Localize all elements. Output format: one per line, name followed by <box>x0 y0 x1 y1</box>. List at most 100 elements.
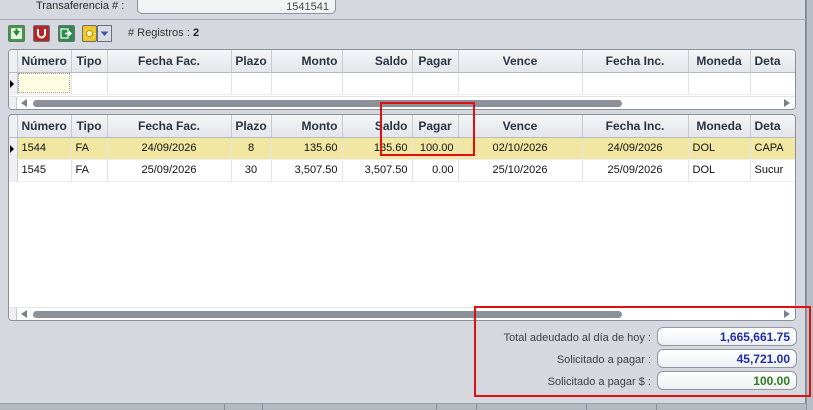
toolbar-dropdown-button[interactable] <box>97 25 112 42</box>
new-row-cell[interactable] <box>71 72 108 95</box>
new-row-cell[interactable] <box>17 72 72 95</box>
new-row[interactable] <box>9 72 795 95</box>
column-header-plazo[interactable]: Plazo <box>231 115 272 138</box>
magnet-undo-icon <box>37 29 46 39</box>
new-row-cell[interactable] <box>107 72 232 95</box>
solicitado-usd-label: Solicitado a pagar $ : <box>547 376 651 388</box>
highlight-button[interactable] <box>82 25 97 42</box>
column-header-numero[interactable]: Número <box>17 115 72 138</box>
current-row-arrow-icon <box>10 144 14 153</box>
scrollbar-corner <box>9 308 17 320</box>
entry-grid: Número Tipo Fecha Fac. Plazo Monto Saldo… <box>8 49 796 110</box>
cell-monto[interactable]: 135.60 <box>271 137 343 160</box>
header-divider <box>0 19 806 20</box>
cell-pagar[interactable]: 100.00 <box>412 137 459 160</box>
new-row-cell[interactable] <box>412 72 459 95</box>
solicitado-usd-value: 100.00 <box>657 371 797 390</box>
column-header-fecha-inc[interactable]: Fecha Inc. <box>582 115 689 138</box>
cell-tipo[interactable]: FA <box>71 159 108 182</box>
scrollbar-thumb[interactable] <box>33 100 622 107</box>
column-header-fecha-inc[interactable]: Fecha Inc. <box>582 50 689 73</box>
cell-monto[interactable]: 3,507.50 <box>271 159 343 182</box>
scrollbar-thumb[interactable] <box>33 311 622 318</box>
status-divider <box>656 404 657 410</box>
column-header-tipo[interactable]: Tipo <box>71 115 108 138</box>
payment-window: Transaferencia # : 1541541 # Registros :… <box>0 0 806 404</box>
column-header-fecha-fac[interactable]: Fecha Fac. <box>107 115 232 138</box>
column-header-vence[interactable]: Vence <box>458 50 583 73</box>
column-header-moneda[interactable]: Moneda <box>688 115 751 138</box>
table-row[interactable]: 1544 FA 24/09/2026 8 135.60 135.60 100.0… <box>9 137 795 160</box>
status-divider <box>436 404 437 410</box>
scroll-right-icon[interactable] <box>784 99 790 107</box>
entry-grid-header: Número Tipo Fecha Fac. Plazo Monto Saldo… <box>9 50 795 73</box>
cell-fecha-fac[interactable]: 24/09/2026 <box>107 137 232 160</box>
column-header-plazo[interactable]: Plazo <box>231 50 272 73</box>
cell-numero[interactable]: 1545 <box>17 159 72 182</box>
column-header-vence[interactable]: Vence <box>458 115 583 138</box>
transfer-number-field[interactable]: 1541541 <box>137 0 336 14</box>
registros-label: # Registros : <box>128 27 190 39</box>
cell-fecha-inc[interactable]: 24/09/2026 <box>582 137 689 160</box>
row-indicator <box>9 137 18 160</box>
column-header-numero[interactable]: Número <box>17 50 72 73</box>
undo-button[interactable] <box>33 25 50 42</box>
scroll-right-icon[interactable] <box>784 310 790 318</box>
export-button[interactable] <box>58 25 75 42</box>
column-header-detalle[interactable]: Deta <box>750 115 795 138</box>
cell-numero[interactable]: 1544 <box>17 137 72 160</box>
column-header-pagar[interactable]: Pagar <box>412 115 459 138</box>
invoice-grid-scrollbar[interactable] <box>9 307 795 320</box>
current-row-arrow-icon <box>10 79 14 88</box>
cell-vence[interactable]: 25/10/2026 <box>458 159 583 182</box>
new-row-cell[interactable] <box>342 72 413 95</box>
column-header-detalle[interactable]: Deta <box>750 50 795 73</box>
column-header-saldo[interactable]: Saldo <box>342 115 413 138</box>
cell-moneda[interactable]: DOL <box>688 137 751 160</box>
total-adeudado-value: 1,665,661.75 <box>657 327 797 346</box>
cell-fecha-inc[interactable]: 25/09/2026 <box>582 159 689 182</box>
add-record-button[interactable] <box>8 25 25 42</box>
cell-detalle[interactable]: Sucur <box>750 159 795 182</box>
status-divider <box>586 404 587 410</box>
cell-fecha-fac[interactable]: 25/09/2026 <box>107 159 232 182</box>
cell-plazo[interactable]: 30 <box>231 159 272 182</box>
column-header-saldo[interactable]: Saldo <box>342 50 413 73</box>
new-row-cell[interactable] <box>688 72 751 95</box>
cell-vence[interactable]: 02/10/2026 <box>458 137 583 160</box>
scrollbar-corner <box>9 97 17 109</box>
column-header-tipo[interactable]: Tipo <box>71 50 108 73</box>
transfer-label: Transaferencia # : <box>36 0 125 12</box>
column-header-monto[interactable]: Monto <box>271 115 343 138</box>
new-row-cell[interactable] <box>458 72 583 95</box>
cell-saldo[interactable]: 3,507.50 <box>342 159 413 182</box>
row-indicator <box>9 72 18 95</box>
new-row-cell[interactable] <box>271 72 343 95</box>
new-row-cell[interactable] <box>231 72 272 95</box>
column-header-monto[interactable]: Monto <box>271 50 343 73</box>
new-row-cell[interactable] <box>750 72 795 95</box>
column-header-fecha-fac[interactable]: Fecha Fac. <box>107 50 232 73</box>
cell-pagar[interactable]: 0.00 <box>412 159 459 182</box>
status-divider <box>262 404 263 410</box>
solicitado-usd-row: Solicitado a pagar $ : 100.00 <box>8 371 798 391</box>
add-down-arrow-icon <box>11 28 22 39</box>
solicitado-value: 45,721.00 <box>657 349 797 368</box>
chevron-down-icon <box>100 31 109 36</box>
cell-saldo[interactable]: 135.60 <box>342 137 413 160</box>
cell-tipo[interactable]: FA <box>71 137 108 160</box>
entry-grid-scrollbar[interactable] <box>9 96 795 109</box>
cell-moneda[interactable]: DOL <box>688 159 751 182</box>
scroll-left-icon[interactable] <box>21 310 27 318</box>
solicitado-label: Solicitado a pagar : <box>556 354 651 366</box>
row-indicator-header <box>9 50 18 73</box>
cell-plazo[interactable]: 8 <box>231 137 272 160</box>
cell-detalle[interactable]: CAPA <box>750 137 795 160</box>
table-row[interactable]: 1545 FA 25/09/2026 30 3,507.50 3,507.50 … <box>9 159 795 182</box>
column-header-pagar[interactable]: Pagar <box>412 50 459 73</box>
scroll-left-icon[interactable] <box>21 99 27 107</box>
column-header-moneda[interactable]: Moneda <box>688 50 751 73</box>
new-row-cell[interactable] <box>582 72 689 95</box>
status-strip <box>0 404 806 410</box>
solicitado-row: Solicitado a pagar : 45,721.00 <box>8 349 798 369</box>
